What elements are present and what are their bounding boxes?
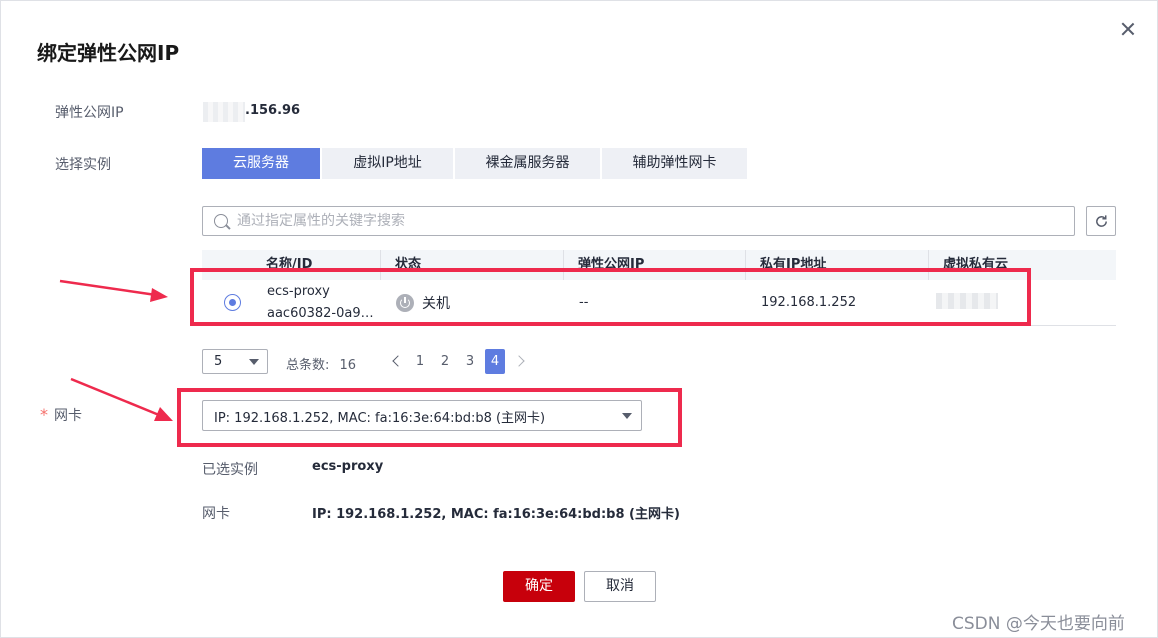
tab-bare-metal[interactable]: 裸金属服务器 [455,148,600,179]
search-box [202,206,1075,236]
header-private-ip: 私有IP地址 [746,250,929,280]
header-status: 状态 [381,250,564,280]
page-4[interactable]: 4 [485,349,505,374]
chevron-down-icon [249,359,259,365]
selected-instance-value: ecs-proxy [312,459,384,474]
instance-eip: -- [579,295,589,310]
selected-instance-label: 已选实例 [202,462,258,478]
tab-virtual-ip[interactable]: 虚拟IP地址 [322,148,453,179]
confirm-button[interactable]: 确定 [503,571,575,602]
dialog-title: 绑定弹性公网IP [37,41,180,65]
page-size-select[interactable]: 5 [202,349,268,374]
watermark: CSDN @今天也要向前 [952,614,1125,634]
next-page-icon[interactable] [513,355,525,367]
nic-label: 网卡 [54,408,82,424]
vpc-redaction [936,293,998,309]
row-radio[interactable] [224,294,241,311]
nic-select-value: IP: 192.168.1.252, MAC: fa:16:3e:64:bd:b… [214,411,546,426]
prev-page-icon[interactable] [392,355,404,367]
header-vpc: 虚拟私有云 [943,257,1009,272]
ip-redaction [203,102,245,122]
header-select [202,250,252,280]
required-mark: * [40,405,48,424]
total-value: 16 [339,358,357,373]
header-eip: 弹性公网IP [564,250,746,280]
tab-auxiliary-nic[interactable]: 辅助弹性网卡 [602,148,747,179]
close-icon[interactable] [1118,19,1138,39]
table-row[interactable]: ecs-proxy aac60382-0a9… 关机 -- 192.168.1.… [202,280,1116,326]
instance-label: 选择实例 [55,157,111,173]
page-2[interactable]: 2 [435,349,455,374]
total-label: 总条数: [286,358,330,373]
table-header: 名称/ID 状态 弹性公网IP 私有IP地址 虚拟私有云 [202,250,1116,280]
arrow-to-nic [70,377,173,421]
tab-cloud-server[interactable]: 云服务器 [202,148,320,179]
search-icon [214,214,228,228]
chevron-down-icon [622,413,632,419]
instance-type-tabs: 云服务器 虚拟IP地址 裸金属服务器 辅助弹性网卡 [202,148,749,179]
arrow-to-row [59,279,168,302]
page-1[interactable]: 1 [410,349,430,374]
selected-nic-label: 网卡 [202,506,230,522]
bind-eip-dialog: 绑定弹性公网IP 弹性公网IP .156.96 选择实例 云服务器 虚拟IP地址… [0,0,1158,638]
instance-status: 关机 [422,296,450,312]
eip-label: 弹性公网IP [55,105,124,121]
power-icon [396,294,414,312]
total-count: 总条数: 16 [286,354,356,373]
instance-name[interactable]: ecs-proxy [267,284,330,299]
search-input[interactable] [237,211,1057,231]
cancel-button[interactable]: 取消 [584,571,656,602]
page-size-value: 5 [214,354,223,369]
page-3[interactable]: 3 [460,349,480,374]
nic-select[interactable]: IP: 192.168.1.252, MAC: fa:16:3e:64:bd:b… [202,400,642,431]
eip-value: .156.96 [245,103,301,118]
refresh-button[interactable] [1086,206,1116,236]
refresh-icon [1096,215,1107,227]
selected-nic-value: IP: 192.168.1.252, MAC: fa:16:3e:64:bd:b… [312,507,680,522]
instance-id: aac60382-0a9… [267,306,374,321]
instance-private-ip: 192.168.1.252 [761,295,857,310]
header-name: 名称/ID [252,250,381,280]
